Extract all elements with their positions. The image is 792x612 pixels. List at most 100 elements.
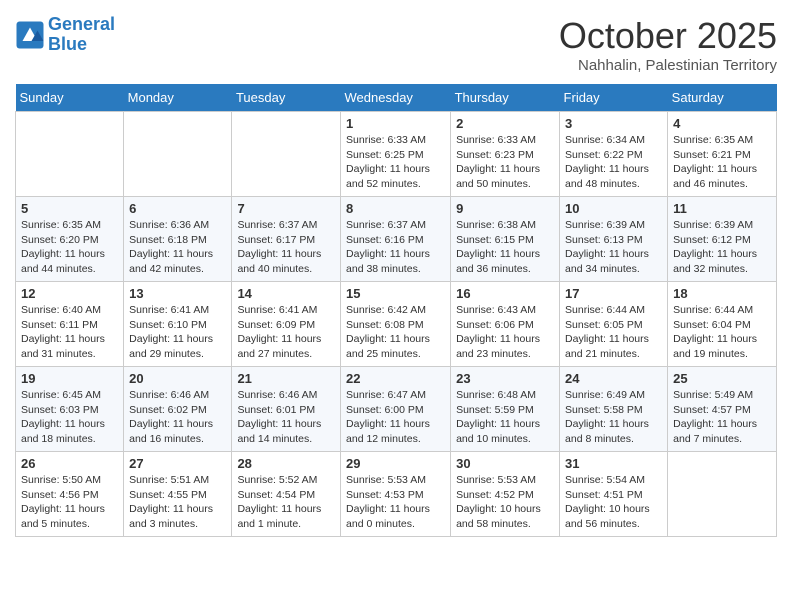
col-header-monday: Monday <box>124 84 232 112</box>
day-info: Sunrise: 6:44 AM Sunset: 6:04 PM Dayligh… <box>673 303 771 362</box>
location-subtitle: Nahhalin, Palestinian Territory <box>559 57 777 74</box>
calendar-cell: 5 Sunrise: 6:35 AM Sunset: 6:20 PM Daylig… <box>16 197 124 282</box>
logo: General Blue <box>15 15 115 55</box>
header-row: SundayMondayTuesdayWednesdayThursdayFrid… <box>16 84 777 112</box>
calendar-cell <box>232 112 341 197</box>
day-number: 27 <box>129 456 226 471</box>
day-info: Sunrise: 6:46 AM Sunset: 6:01 PM Dayligh… <box>237 388 335 447</box>
day-info: Sunrise: 5:52 AM Sunset: 4:54 PM Dayligh… <box>237 473 335 532</box>
day-number: 19 <box>21 371 118 386</box>
day-info: Sunrise: 5:54 AM Sunset: 4:51 PM Dayligh… <box>565 473 662 532</box>
day-number: 20 <box>129 371 226 386</box>
calendar-cell: 2Sunrise: 6:33 AM Sunset: 6:23 PM Daylig… <box>451 112 560 197</box>
day-number: 3 <box>565 116 662 131</box>
day-info: Sunrise: 5:51 AM Sunset: 4:55 PM Dayligh… <box>129 473 226 532</box>
week-row-2: 5 Sunrise: 6:35 AM Sunset: 6:20 PM Daylig… <box>16 197 777 282</box>
week-row-5: 26 Sunrise: 5:50 AM Sunset: 4:56 PM Dayli… <box>16 452 777 537</box>
day-info: Sunrise: 6:39 AM Sunset: 6:13 PM Dayligh… <box>565 218 662 277</box>
calendar-cell: 13 Sunrise: 6:41 AM Sunset: 6:10 PM Dayli… <box>124 282 232 367</box>
day-info: Sunrise: 6:45 AM Sunset: 6:03 PM Dayligh… <box>21 388 118 447</box>
day-number: 24 <box>565 371 662 386</box>
day-number: 31 <box>565 456 662 471</box>
col-header-wednesday: Wednesday <box>341 84 451 112</box>
day-number: 6 <box>129 201 226 216</box>
day-number: 15 <box>346 286 445 301</box>
day-info: Sunrise: 6:41 AM Sunset: 6:09 PM Dayligh… <box>237 303 335 362</box>
day-number: 26 <box>21 456 118 471</box>
calendar-cell: 18 Sunrise: 6:44 AM Sunset: 6:04 PM Dayli… <box>668 282 777 367</box>
day-number: 23 <box>456 371 554 386</box>
calendar-cell: 19 Sunrise: 6:45 AM Sunset: 6:03 PM Dayli… <box>16 367 124 452</box>
calendar-cell: 12Sunrise: 6:40 AM Sunset: 6:11 PM Dayli… <box>16 282 124 367</box>
week-row-1: 1Sunrise: 6:33 AM Sunset: 6:25 PM Daylig… <box>16 112 777 197</box>
day-number: 2 <box>456 116 554 131</box>
calendar-cell: 20 Sunrise: 6:46 AM Sunset: 6:02 PM Dayli… <box>124 367 232 452</box>
logo-text: General Blue <box>48 15 115 55</box>
day-number: 30 <box>456 456 554 471</box>
calendar-cell: 7Sunrise: 6:37 AM Sunset: 6:17 PM Daylig… <box>232 197 341 282</box>
day-number: 17 <box>565 286 662 301</box>
day-info: Sunrise: 6:39 AM Sunset: 6:12 PM Dayligh… <box>673 218 771 277</box>
calendar-cell: 17 Sunrise: 6:44 AM Sunset: 6:05 PM Dayli… <box>560 282 668 367</box>
calendar-cell: 25Sunrise: 5:49 AM Sunset: 4:57 PM Dayli… <box>668 367 777 452</box>
calendar-cell: 6 Sunrise: 6:36 AM Sunset: 6:18 PM Daylig… <box>124 197 232 282</box>
page-header: General Blue October 2025 Nahhalin, Pale… <box>15 15 777 74</box>
calendar-cell: 3 Sunrise: 6:34 AM Sunset: 6:22 PM Daylig… <box>560 112 668 197</box>
day-number: 9 <box>456 201 554 216</box>
calendar-table: SundayMondayTuesdayWednesdayThursdayFrid… <box>15 84 777 537</box>
day-info: Sunrise: 6:42 AM Sunset: 6:08 PM Dayligh… <box>346 303 445 362</box>
col-header-tuesday: Tuesday <box>232 84 341 112</box>
calendar-cell: 10Sunrise: 6:39 AM Sunset: 6:13 PM Dayli… <box>560 197 668 282</box>
calendar-cell: 9 Sunrise: 6:38 AM Sunset: 6:15 PM Daylig… <box>451 197 560 282</box>
calendar-cell: 30Sunrise: 5:53 AM Sunset: 4:52 PM Dayli… <box>451 452 560 537</box>
day-number: 1 <box>346 116 445 131</box>
day-number: 13 <box>129 286 226 301</box>
calendar-cell: 1Sunrise: 6:33 AM Sunset: 6:25 PM Daylig… <box>341 112 451 197</box>
day-info: Sunrise: 5:53 AM Sunset: 4:53 PM Dayligh… <box>346 473 445 532</box>
day-info: Sunrise: 6:35 AM Sunset: 6:21 PM Dayligh… <box>673 133 771 192</box>
day-number: 4 <box>673 116 771 131</box>
day-number: 5 <box>21 201 118 216</box>
day-number: 28 <box>237 456 335 471</box>
day-info: Sunrise: 6:47 AM Sunset: 6:00 PM Dayligh… <box>346 388 445 447</box>
calendar-cell: 16Sunrise: 6:43 AM Sunset: 6:06 PM Dayli… <box>451 282 560 367</box>
calendar-cell: 22 Sunrise: 6:47 AM Sunset: 6:00 PM Dayli… <box>341 367 451 452</box>
day-info: Sunrise: 6:35 AM Sunset: 6:20 PM Dayligh… <box>21 218 118 277</box>
day-number: 14 <box>237 286 335 301</box>
calendar-cell: 8 Sunrise: 6:37 AM Sunset: 6:16 PM Daylig… <box>341 197 451 282</box>
day-info: Sunrise: 6:37 AM Sunset: 6:16 PM Dayligh… <box>346 218 445 277</box>
title-block: October 2025 Nahhalin, Palestinian Terri… <box>559 15 777 74</box>
day-number: 29 <box>346 456 445 471</box>
calendar-cell: 23Sunrise: 6:48 AM Sunset: 5:59 PM Dayli… <box>451 367 560 452</box>
logo-icon <box>15 20 45 50</box>
calendar-cell: 11 Sunrise: 6:39 AM Sunset: 6:12 PM Dayli… <box>668 197 777 282</box>
calendar-cell: 24 Sunrise: 6:49 AM Sunset: 5:58 PM Dayli… <box>560 367 668 452</box>
day-info: Sunrise: 6:41 AM Sunset: 6:10 PM Dayligh… <box>129 303 226 362</box>
day-info: Sunrise: 6:34 AM Sunset: 6:22 PM Dayligh… <box>565 133 662 192</box>
day-number: 21 <box>237 371 335 386</box>
week-row-3: 12Sunrise: 6:40 AM Sunset: 6:11 PM Dayli… <box>16 282 777 367</box>
day-number: 25 <box>673 371 771 386</box>
month-title: October 2025 <box>559 15 777 57</box>
calendar-cell: 4 Sunrise: 6:35 AM Sunset: 6:21 PM Daylig… <box>668 112 777 197</box>
day-number: 12 <box>21 286 118 301</box>
day-info: Sunrise: 6:38 AM Sunset: 6:15 PM Dayligh… <box>456 218 554 277</box>
day-number: 18 <box>673 286 771 301</box>
day-number: 11 <box>673 201 771 216</box>
day-number: 22 <box>346 371 445 386</box>
calendar-cell: 27 Sunrise: 5:51 AM Sunset: 4:55 PM Dayli… <box>124 452 232 537</box>
day-number: 16 <box>456 286 554 301</box>
day-info: Sunrise: 5:50 AM Sunset: 4:56 PM Dayligh… <box>21 473 118 532</box>
day-info: Sunrise: 6:37 AM Sunset: 6:17 PM Dayligh… <box>237 218 335 277</box>
day-number: 8 <box>346 201 445 216</box>
calendar-cell: 26 Sunrise: 5:50 AM Sunset: 4:56 PM Dayli… <box>16 452 124 537</box>
calendar-cell: 28 Sunrise: 5:52 AM Sunset: 4:54 PM Dayli… <box>232 452 341 537</box>
calendar-cell: 29 Sunrise: 5:53 AM Sunset: 4:53 PM Dayli… <box>341 452 451 537</box>
day-info: Sunrise: 6:46 AM Sunset: 6:02 PM Dayligh… <box>129 388 226 447</box>
day-info: Sunrise: 6:49 AM Sunset: 5:58 PM Dayligh… <box>565 388 662 447</box>
day-info: Sunrise: 6:44 AM Sunset: 6:05 PM Dayligh… <box>565 303 662 362</box>
week-row-4: 19 Sunrise: 6:45 AM Sunset: 6:03 PM Dayli… <box>16 367 777 452</box>
col-header-saturday: Saturday <box>668 84 777 112</box>
day-info: Sunrise: 6:36 AM Sunset: 6:18 PM Dayligh… <box>129 218 226 277</box>
col-header-thursday: Thursday <box>451 84 560 112</box>
